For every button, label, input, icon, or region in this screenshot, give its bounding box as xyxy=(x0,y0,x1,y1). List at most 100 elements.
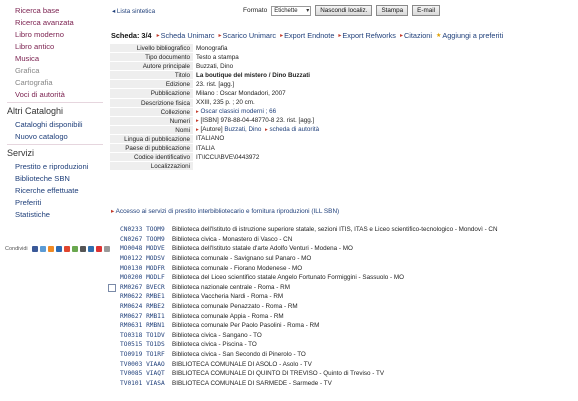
delicious-icon[interactable] xyxy=(55,246,62,252)
sidebar-link-musica[interactable]: Musica xyxy=(15,54,39,63)
record-value: ITALIA xyxy=(196,144,215,152)
sidebar-link-preferiti[interactable]: Preferiti xyxy=(15,198,41,207)
scarico-unimarc-link[interactable]: ▸ Scarico Unimarc xyxy=(219,31,277,40)
citazioni-link[interactable]: ▸ Citazioni xyxy=(400,31,432,40)
library-name: Biblioteca civica - Piscina - TO xyxy=(172,341,257,349)
record-title: La boutique del mistero / Dino Buzzati xyxy=(196,71,311,79)
record-value: ▸ Oscar classici moderni ; 66 xyxy=(193,108,276,115)
ill-access-label: Accesso ai servizi di prestito interbibl… xyxy=(115,208,340,215)
citazioni-label: Citazioni xyxy=(403,31,432,40)
ill-access-link[interactable]: ▸ Accesso ai servizi di prestito interbi… xyxy=(111,207,339,215)
record-value: ITALIANO xyxy=(196,135,225,143)
library-code-link[interactable]: MO0122 MODSV xyxy=(120,255,172,262)
format-toolbar: Formato Etichette ▾ Nascondi localiz. St… xyxy=(243,5,440,16)
sidebar-link-voci-autorita[interactable]: Voci di autorità xyxy=(15,90,65,99)
record-label: Edizione xyxy=(110,80,193,89)
library-row: RM0631 RMBN1 Biblioteca comunale Per Paol… xyxy=(120,321,570,331)
twitter-icon[interactable] xyxy=(39,246,46,252)
library-row: RM0627 RMBI1 Biblioteca comunale Appia - … xyxy=(120,311,570,321)
library-row: RM0622 RMBE1 Biblioteca Vaccheria Nardi -… xyxy=(120,292,570,302)
formato-label: Formato xyxy=(243,7,268,14)
sidebar-link-libro-antico[interactable]: Libro antico xyxy=(15,42,54,51)
chevron-down-icon: ▾ xyxy=(306,7,310,14)
library-code-link[interactable]: CN0267 TOOM9 xyxy=(120,236,172,243)
library-code-link[interactable]: TO0919 TO1RF xyxy=(120,351,172,358)
formato-select[interactable]: Etichette ▾ xyxy=(271,5,312,16)
library-name: Biblioteca comunale - Fiorano Modenese -… xyxy=(172,264,303,272)
nascondi-localizzazioni-button[interactable]: Nascondi localiz. xyxy=(315,5,373,16)
digg-icon[interactable] xyxy=(63,246,70,252)
sidebar-link-cataloghi-disponibili[interactable]: Cataloghi disponibili xyxy=(15,120,83,129)
library-code-link[interactable]: TV0085 VIAQT xyxy=(120,370,172,377)
record-row-codice: Codice identificativo IT\ICCU\BVE\0443972 xyxy=(110,153,490,163)
email-share-icon[interactable] xyxy=(103,246,110,252)
sidebar-link-statistiche[interactable]: Statistiche xyxy=(15,210,50,219)
sidebar-link-cartografia[interactable]: Cartografia xyxy=(15,78,53,87)
arrow-right-icon: ▸ xyxy=(264,127,268,134)
record-row-autore: Autore principale Buzzati, Dino xyxy=(110,62,490,72)
sidebar-link-ricerca-avanzata[interactable]: Ricerca avanzata xyxy=(15,18,74,27)
library-code-link[interactable]: RM0267 BVECR xyxy=(120,284,172,291)
record-label: Collezione xyxy=(110,107,193,116)
library-code-link[interactable]: RM0631 RMBN1 xyxy=(120,322,172,329)
library-code-link[interactable]: MO0048 MODVE xyxy=(120,245,172,252)
share-icon[interactable] xyxy=(71,246,78,252)
export-refworks-link[interactable]: ▸ Export Refworks xyxy=(338,31,396,40)
sidebar-link-nuovo-catalogo[interactable]: Nuovo catalogo xyxy=(15,132,68,141)
export-endnote-link[interactable]: ▸ Export Endnote xyxy=(280,31,334,40)
myspace-icon[interactable] xyxy=(79,246,86,252)
sidebar-link-grafica[interactable]: Grafica xyxy=(15,66,39,75)
library-code-link[interactable]: RM0622 RMBE1 xyxy=(120,293,172,300)
sidebar-link-biblioteche-sbn[interactable]: Biblioteche SBN xyxy=(15,174,70,183)
scheda-autorita-link[interactable]: scheda di autorità xyxy=(269,126,319,133)
collezione-link[interactable]: Oscar classici moderni ; 66 xyxy=(201,108,277,115)
sidebar-link-ricerca-base[interactable]: Ricerca base xyxy=(15,6,59,15)
author-link[interactable]: Buzzati, Dino xyxy=(224,126,261,133)
library-checkbox[interactable] xyxy=(108,284,116,292)
arrow-right-icon: ▸ xyxy=(399,33,403,39)
library-row: TV0085 VIAQT BIBLIOTECA COMUNALE DI QUINT… xyxy=(120,369,570,379)
blogger-icon[interactable] xyxy=(47,246,54,252)
library-row: CN0233 TOOM9 Biblioteca dell'Istituto di … xyxy=(120,225,570,235)
sidebar-link-prestito[interactable]: Prestito e riproduzioni xyxy=(15,162,88,171)
sidebar-link-ricerche-effettuate[interactable]: Ricerche effettuate xyxy=(15,186,79,195)
record-label: Nomi xyxy=(110,125,193,134)
google-icon[interactable] xyxy=(95,246,102,252)
numeri-value: [ISBN] 978-88-04-48770-8 23. rist. [agg.… xyxy=(200,117,315,125)
library-code-link[interactable]: TO0318 TO1DV xyxy=(120,332,172,339)
library-name: Biblioteca comunale - Savignano sul Pana… xyxy=(172,255,312,263)
library-row: TV0101 VIASA BIBLIOTECA COMUNALE DI SARME… xyxy=(120,379,570,389)
library-row: TO0318 TO1DV Biblioteca civica - Sangano … xyxy=(120,331,570,341)
record-label: Numeri xyxy=(110,116,193,125)
library-code-link[interactable]: TV0003 VIAAO xyxy=(120,361,172,368)
library-code-link[interactable]: MO0130 MODFR xyxy=(120,265,172,272)
scheda-unimarc-link[interactable]: ▸ Scheda Unimarc xyxy=(157,31,215,40)
lista-sintetica-link[interactable]: ◂ Lista sintetica xyxy=(112,8,155,15)
star-icon: ★ xyxy=(435,33,442,39)
record-row-tipo: Tipo documento Testo a stampa xyxy=(110,53,490,63)
share-bar: Condividi xyxy=(5,246,110,252)
aggiungi-preferiti-link[interactable]: ★ Aggiungi a preferiti xyxy=(436,31,503,40)
sidebar-link-libro-moderno[interactable]: Libro moderno xyxy=(15,30,64,39)
arrow-right-icon: ▸ xyxy=(338,33,342,39)
library-code-link[interactable]: RM0627 RMBI1 xyxy=(120,313,172,320)
record-row-paese: Paese di pubblicazione ITALIA xyxy=(110,144,490,154)
library-code-link[interactable]: MO0200 MODLF xyxy=(120,274,172,281)
email-button[interactable]: E-mail xyxy=(412,5,440,16)
stampa-button[interactable]: Stampa xyxy=(376,5,409,16)
library-code-link[interactable]: TO0515 TO1DS xyxy=(120,341,172,348)
facebook-icon[interactable] xyxy=(31,246,38,252)
record-value: ▸ [ISBN] 978-88-04-48770-8 23. rist. [ag… xyxy=(193,117,314,124)
library-code-link[interactable]: RM0624 RMBE2 xyxy=(120,303,172,310)
scheda-actions-bar: Scheda: 3/4 ▸ Scheda Unimarc ▸ Scarico Uni… xyxy=(111,31,571,40)
library-code-link[interactable]: TV0101 VIASA xyxy=(120,380,172,387)
linkedin-icon[interactable] xyxy=(87,246,94,252)
record-row-collezione: Collezione ▸ Oscar classici moderni ; 66 xyxy=(110,107,490,117)
arrow-right-icon: ▸ xyxy=(156,33,160,39)
scheda-unimarc-label: Scheda Unimarc xyxy=(160,31,215,40)
library-code-link[interactable]: CN0233 TOOM9 xyxy=(120,226,172,233)
record-value: 23. rist. [agg.] xyxy=(196,80,235,88)
share-label: Condividi xyxy=(5,246,28,252)
arrow-right-icon: ▸ xyxy=(218,33,222,39)
library-list: CN0233 TOOM9 Biblioteca dell'Istituto di … xyxy=(120,225,570,388)
